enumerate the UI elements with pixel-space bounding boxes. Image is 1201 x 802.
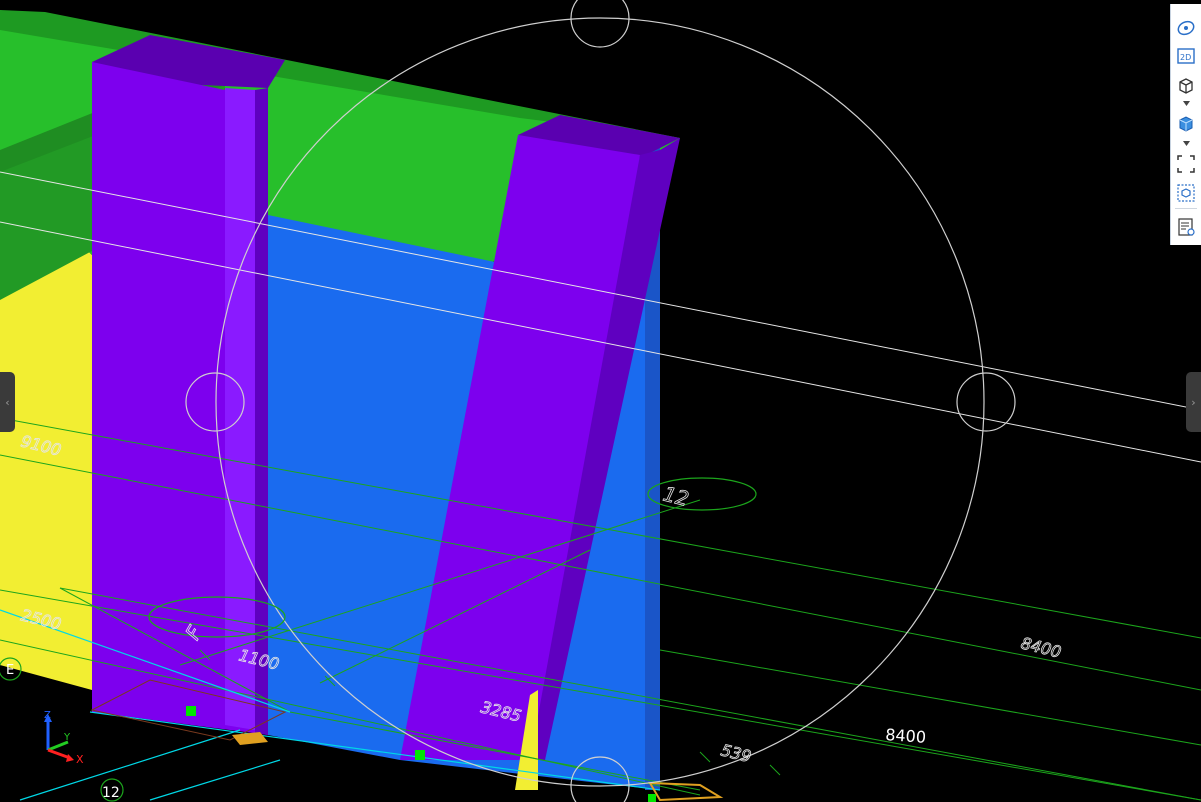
properties-list-icon: [1178, 218, 1195, 236]
caret-down-icon: [1183, 141, 1190, 146]
axis-y-label: Y: [63, 732, 71, 743]
chevron-right-icon: ›: [1191, 395, 1196, 409]
orbit-icon: [1177, 20, 1195, 36]
caret-down-icon: [1183, 101, 1190, 106]
model-viewport-3d[interactable]: 9100 2500 1100 3285 8400 539 12 F 8400 1…: [0, 0, 1201, 802]
orbit-button[interactable]: [1174, 16, 1198, 40]
view-3d-cube-icon: [1179, 78, 1193, 94]
model-box-icon: [1177, 184, 1195, 202]
view-2d-button[interactable]: 2D: [1174, 44, 1198, 68]
svg-text:2D: 2D: [1180, 53, 1191, 62]
axis-x-label: X: [76, 753, 84, 766]
zoom-extents-icon: [1177, 155, 1195, 173]
grid-label-12-bottom: 12: [102, 785, 120, 801]
chevron-left-icon: ‹: [5, 395, 10, 409]
dim-label-8400-lower: 8400: [885, 725, 927, 747]
render-mode-dropdown[interactable]: [1182, 140, 1191, 147]
grid-label-e: E: [6, 663, 14, 678]
zoom-extents-button[interactable]: [1174, 152, 1198, 176]
model-box-button[interactable]: [1174, 181, 1198, 205]
render-mode-cube-icon: [1179, 116, 1193, 132]
view-3d-dropdown[interactable]: [1182, 100, 1191, 107]
axis-z-label: Z: [44, 710, 51, 721]
collapse-right-panel-tab[interactable]: ›: [1186, 372, 1201, 432]
properties-button[interactable]: [1174, 215, 1198, 239]
snap-point-3[interactable]: [648, 794, 656, 802]
axis-triad: Z Y X: [44, 710, 84, 766]
view-2d-icon: 2D: [1177, 48, 1195, 64]
snap-point-1[interactable]: [186, 706, 196, 716]
snap-point-2[interactable]: [415, 750, 425, 760]
render-mode-button[interactable]: [1174, 112, 1198, 136]
toolbar-separator: [1175, 208, 1197, 209]
view-toolbar: 2D: [1170, 4, 1201, 245]
view-3d-button[interactable]: [1174, 74, 1198, 98]
collapse-left-panel-tab[interactable]: ‹: [0, 372, 15, 432]
